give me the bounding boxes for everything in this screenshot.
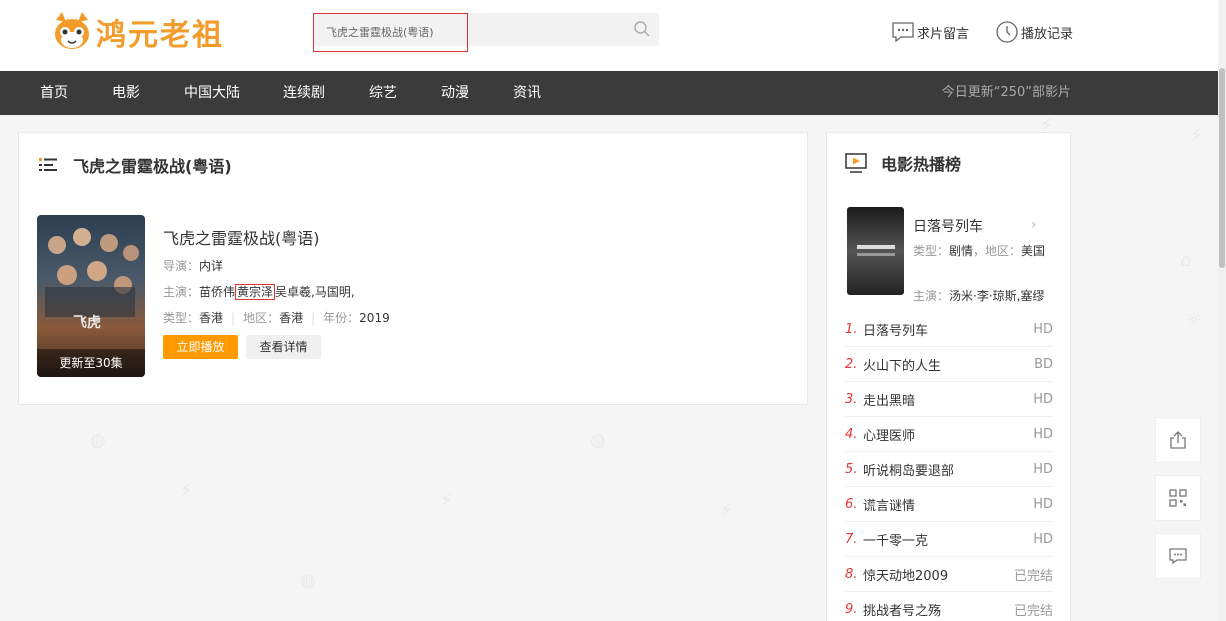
section-title: 飞虎之雷霆极战(粤语)	[39, 153, 232, 177]
action-buttons: 立即播放 查看详情	[163, 335, 390, 359]
nav-item-movies[interactable]: 电影	[112, 71, 140, 115]
nav-item-home[interactable]: 首页	[40, 71, 68, 115]
request-movie-label: 求片留言	[917, 26, 970, 42]
play-history-label: 播放记录	[1021, 26, 1074, 42]
actor-link[interactable]: 吴卓羲,马国明,	[275, 285, 355, 299]
rank-item[interactable]: 2. 火山下的人生 BD	[845, 347, 1053, 382]
clock-icon	[996, 21, 1018, 43]
featured-poster[interactable]	[847, 207, 904, 295]
share-icon	[1170, 431, 1186, 449]
nav-item-variety[interactable]: 综艺	[369, 71, 397, 115]
nav-item-mainland[interactable]: 中国大陆	[184, 71, 240, 115]
comment-icon	[1169, 548, 1187, 565]
video-details: 飞虎之雷霆极战(粤语) 导演：内详 主演：苗侨伟 黄宗泽 吴卓羲,马国明, 类型：香…	[163, 225, 390, 359]
chevron-right-icon[interactable]: ›	[1031, 217, 1037, 233]
rank-item[interactable]: 9. 挑战者号之殇 已完结	[845, 592, 1053, 621]
rank-item[interactable]: 3. 走出黑暗 HD	[845, 382, 1053, 417]
panel-title: 电影热播榜	[845, 151, 961, 175]
region-value: 香港	[279, 311, 304, 325]
nav-item-anime[interactable]: 动漫	[441, 71, 469, 115]
page-scrollbar[interactable]	[1218, 0, 1226, 621]
episode-badge: 更新至30集	[37, 349, 145, 377]
rank-list: 1. 日落号列车 HD 2. 火山下的人生 BD 3. 走出黑暗 HD 4. 心理医师 HD 5…	[845, 312, 1053, 621]
list-icon	[39, 158, 57, 171]
search-input[interactable]: 飞虎之雷霆极战(粤语)	[313, 13, 468, 52]
video-info-card: 飞虎之雷霆极战(粤语) 飞虎 更新至30集 飞虎之雷霆极战(粤语) 导演：内详 …	[18, 132, 808, 405]
update-count-note: 今日更新“250”部影片	[941, 85, 1071, 100]
feedback-button[interactable]	[1155, 533, 1201, 579]
actors-row: 主演：苗侨伟 黄宗泽 吴卓羲,马国明,	[163, 284, 355, 300]
logo-text: 鸿元老祖	[96, 18, 224, 53]
video-poster[interactable]: 飞虎 更新至30集	[37, 215, 145, 377]
message-icon	[892, 22, 914, 43]
nav-item-news[interactable]: 资讯	[513, 71, 541, 115]
rank-item[interactable]: 1. 日落号列车 HD	[845, 312, 1053, 347]
rank-item[interactable]: 8. 惊天动地2009 已完结	[845, 557, 1053, 592]
poster-image: 飞虎	[45, 228, 139, 331]
actor-link-highlighted[interactable]: 黄宗泽	[235, 284, 276, 300]
search-bar: 飞虎之雷霆极战(粤语)	[313, 13, 659, 52]
featured-meta: 类型：剧情，地区：美国	[913, 244, 1046, 258]
site-logo[interactable]: 鸿元老祖	[50, 8, 224, 56]
type-value: 香港	[199, 311, 224, 325]
featured-actors: 主演：汤米·李·琼斯,塞缪	[913, 289, 1045, 303]
hot-movies-panel: 电影热播榜 日落号列车 › 类型：剧情，地区：美国 主演：汤米·李·琼斯,塞缪 …	[826, 132, 1071, 621]
view-details-button[interactable]: 查看详情	[246, 335, 321, 359]
rank-item[interactable]: 6. 谎言谜情 HD	[845, 487, 1053, 522]
play-now-button[interactable]: 立即播放	[163, 335, 238, 359]
svg-text:飞虎: 飞虎	[73, 314, 101, 331]
nav-item-series[interactable]: 连续剧	[283, 71, 325, 115]
request-movie-link[interactable]: 求片留言	[891, 20, 969, 44]
main-nav: 首页 电影 中国大陆 连续剧 综艺 动漫 资讯 今日更新“250”部影片	[0, 71, 1218, 115]
video-play-icon	[845, 153, 867, 173]
director-value: 内详	[199, 259, 224, 273]
share-button[interactable]	[1155, 417, 1201, 463]
video-title[interactable]: 飞虎之雷霆极战(粤语)	[163, 225, 390, 249]
play-history-link[interactable]: 播放记录	[995, 20, 1073, 44]
cat-logo-icon	[55, 12, 89, 49]
director-row: 导演：内详	[163, 259, 224, 273]
rank-item[interactable]: 7. 一千零一克 HD	[845, 522, 1053, 557]
rank-item[interactable]: 5. 听说桐岛要退部 HD	[845, 452, 1053, 487]
meta-row: 类型：香港 | 地区：香港 | 年份：2019	[163, 311, 390, 325]
scrollbar-thumb[interactable]	[1219, 68, 1225, 268]
qrcode-icon	[1169, 489, 1187, 507]
rank-item[interactable]: 4. 心理医师 HD	[845, 417, 1053, 452]
year-value: 2019	[359, 311, 390, 325]
actor-link[interactable]: 苗侨伟	[199, 285, 235, 299]
search-icon[interactable]	[633, 20, 651, 38]
panel-title-text: 电影热播榜	[881, 155, 962, 174]
section-title-text: 飞虎之雷霆极战(粤语)	[73, 157, 232, 176]
qrcode-button[interactable]	[1155, 475, 1201, 521]
featured-title[interactable]: 日落号列车	[913, 216, 983, 236]
site-header: 鸿元老祖 飞虎之雷霆极战(粤语) 求片留言 播放记录	[0, 0, 1218, 71]
